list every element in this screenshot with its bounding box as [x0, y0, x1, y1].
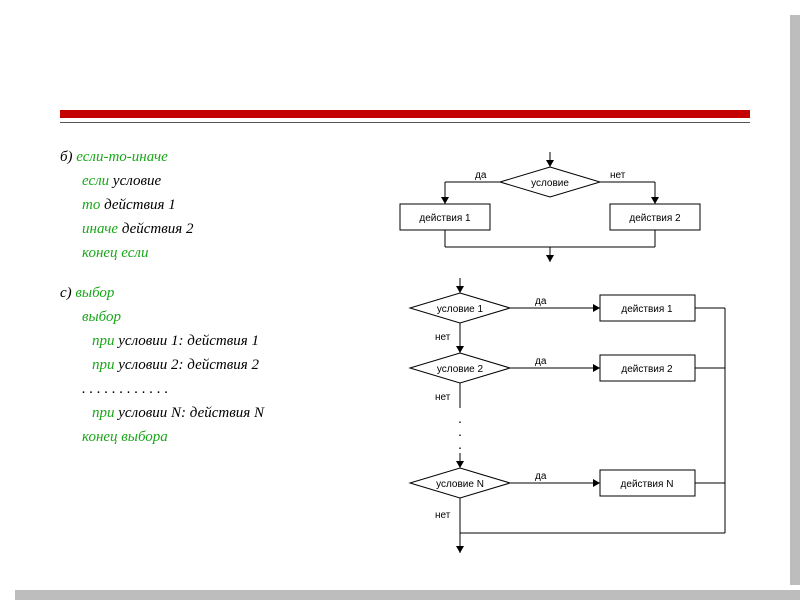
act1-label: действия 1: [419, 213, 471, 224]
keyword: выбор: [75, 285, 114, 301]
keyword: при: [92, 333, 115, 349]
yes2-label: да: [535, 356, 547, 367]
act2-label: действия 2: [629, 213, 681, 224]
act2-label: действия 2: [621, 364, 673, 375]
actN-label: действия N: [621, 479, 674, 490]
keyword: конец выбора: [82, 429, 168, 445]
keyword: выбор: [82, 309, 121, 325]
yes1-label: да: [535, 296, 547, 307]
cond1-label: условие 1: [437, 304, 484, 315]
section-b-line3: иначе действия 2: [82, 217, 264, 241]
no1-label: нет: [435, 332, 451, 343]
divider-thick: [60, 110, 750, 118]
text: условие: [109, 173, 161, 189]
text: действия 1: [100, 197, 175, 213]
text: условии N: действия N: [115, 405, 264, 421]
cond2-label: условие 2: [437, 364, 484, 375]
slide-shadow-right: [790, 15, 800, 585]
cond-label: условие: [531, 178, 569, 189]
keyword: конец если: [82, 245, 148, 261]
no-label: нет: [610, 170, 626, 181]
no2-label: нет: [435, 392, 451, 403]
keyword: то: [82, 197, 100, 213]
keyword: иначе: [82, 221, 118, 237]
section-c-heading: с) выбор: [60, 281, 264, 305]
noN-label: нет: [435, 510, 451, 521]
text: условии 1: действия 1: [115, 333, 259, 349]
section-c-line1: выбор: [82, 305, 264, 329]
label: с): [60, 285, 75, 301]
text: условии 2: действия 2: [115, 357, 259, 373]
section-c-line3: при условии 2: действия 2: [92, 353, 264, 377]
section-b-heading: б) если-то-иначе: [60, 145, 264, 169]
keyword: если: [82, 173, 109, 189]
condN-label: условие N: [436, 479, 484, 490]
yesN-label: да: [535, 471, 547, 482]
keyword: при: [92, 405, 115, 421]
yes-label: да: [475, 170, 487, 181]
act1-label: действия 1: [621, 304, 673, 315]
section-c-line2: при условии 1: действия 1: [92, 329, 264, 353]
diagram-select: условие 1 да действия 1 нет условие 2 да…: [375, 278, 745, 553]
section-b-line2: то действия 1: [82, 193, 264, 217]
keyword: при: [92, 357, 115, 373]
keyword: если-то-иначе: [76, 149, 168, 165]
svg-text:.: .: [458, 436, 462, 452]
section-b-line1: если условие: [82, 169, 264, 193]
section-c-line5: конец выбора: [82, 425, 264, 449]
section-c-dots: . . . . . . . . . . . .: [82, 377, 264, 401]
label: б): [60, 149, 76, 165]
section-c-line4: при условии N: действия N: [92, 401, 264, 425]
divider-thin: [60, 122, 750, 123]
section-b-line4: конец если: [82, 241, 264, 265]
text-content: б) если-то-иначе если условие то действи…: [60, 145, 264, 449]
diagram-if-else: условие да нет действия 1 действия 2: [375, 152, 735, 262]
slide-shadow-bottom: [15, 590, 800, 600]
text: действия 2: [118, 221, 193, 237]
